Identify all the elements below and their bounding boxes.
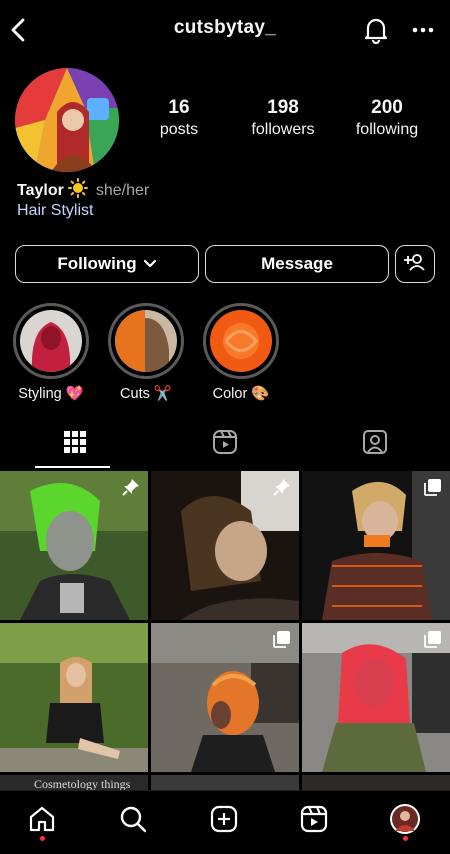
posts-number: 16 (168, 97, 190, 118)
profile-tabs (0, 420, 450, 470)
profile-notification-dot (403, 836, 408, 841)
highlight-styling[interactable]: Styling 💖 (13, 303, 89, 402)
highlight-cover (210, 310, 272, 372)
top-bar: cutsbytay_ (0, 0, 450, 60)
profile-name-line: Taylor she/her (17, 178, 149, 203)
highlight-cover (115, 310, 177, 372)
posts-grid: Cosmetology things (0, 471, 450, 791)
highlight-cuts[interactable]: Cuts ✂️ (108, 303, 184, 402)
nav-profile[interactable] (385, 803, 425, 839)
search-icon (119, 805, 147, 838)
home-notification-dot (40, 836, 45, 841)
posts-label: posts (159, 121, 199, 138)
home-icon (28, 805, 56, 838)
reels-icon (212, 429, 238, 460)
chevron-down-icon (143, 254, 157, 274)
pin-icon (273, 478, 291, 501)
carousel-icon (424, 630, 442, 653)
highlight-label: Color 🎨 (212, 386, 270, 402)
post-thumbnail[interactable] (151, 623, 299, 772)
highlight-ring (108, 303, 184, 379)
followers-label: followers (251, 121, 315, 138)
reels-nav-icon (300, 805, 328, 838)
post-thumbnail[interactable] (151, 471, 299, 620)
add-person-icon (404, 253, 426, 276)
suggested-people-button[interactable] (395, 245, 435, 283)
posts-count: 16 posts (129, 97, 229, 139)
highlight-color[interactable]: Color 🎨 (203, 303, 279, 402)
post-thumbnail[interactable]: Cosmetology things (0, 775, 148, 791)
avatar (389, 803, 421, 840)
nav-reels[interactable] (294, 803, 334, 839)
profile-name: Taylor (17, 181, 64, 199)
active-tab-indicator (35, 466, 110, 468)
carousel-icon (424, 478, 442, 501)
following-button[interactable]: Following (15, 245, 199, 283)
tagged-icon (362, 429, 388, 460)
sun-icon (67, 178, 88, 203)
tab-reels[interactable] (150, 420, 300, 468)
followers-number: 198 (267, 97, 299, 118)
following-count[interactable]: 200 following (337, 97, 437, 139)
post-thumbnail[interactable] (302, 775, 450, 791)
post-thumbnail[interactable] (302, 623, 450, 772)
bottom-nav (0, 790, 450, 854)
post-caption-text: Cosmetology things (34, 777, 131, 791)
following-label: following (355, 121, 419, 138)
profile-category: Hair Stylist (17, 202, 94, 219)
bell-icon[interactable] (360, 14, 392, 46)
following-button-label: Following (57, 254, 137, 273)
profile-avatar[interactable] (15, 68, 119, 172)
post-thumbnail[interactable] (151, 775, 299, 791)
post-thumbnail[interactable] (0, 471, 148, 620)
nav-search[interactable] (113, 803, 153, 839)
highlight-ring (203, 303, 279, 379)
nav-home[interactable] (22, 803, 62, 839)
create-icon (210, 805, 238, 838)
more-icon[interactable] (408, 14, 438, 46)
profile-pronouns: she/her (95, 181, 150, 199)
highlight-cover (20, 310, 82, 372)
tab-tagged[interactable] (300, 420, 450, 468)
post-thumbnail[interactable] (0, 623, 148, 772)
tab-posts-grid[interactable] (0, 420, 150, 468)
message-button[interactable]: Message (205, 245, 389, 283)
message-button-label: Message (261, 254, 333, 273)
carousel-icon (273, 630, 291, 653)
grid-icon (63, 430, 87, 459)
followers-count[interactable]: 198 followers (233, 97, 333, 139)
following-number: 200 (371, 97, 403, 118)
pin-icon (122, 478, 140, 501)
nav-create[interactable] (204, 803, 244, 839)
highlight-ring (13, 303, 89, 379)
post-thumbnail[interactable] (302, 471, 450, 620)
